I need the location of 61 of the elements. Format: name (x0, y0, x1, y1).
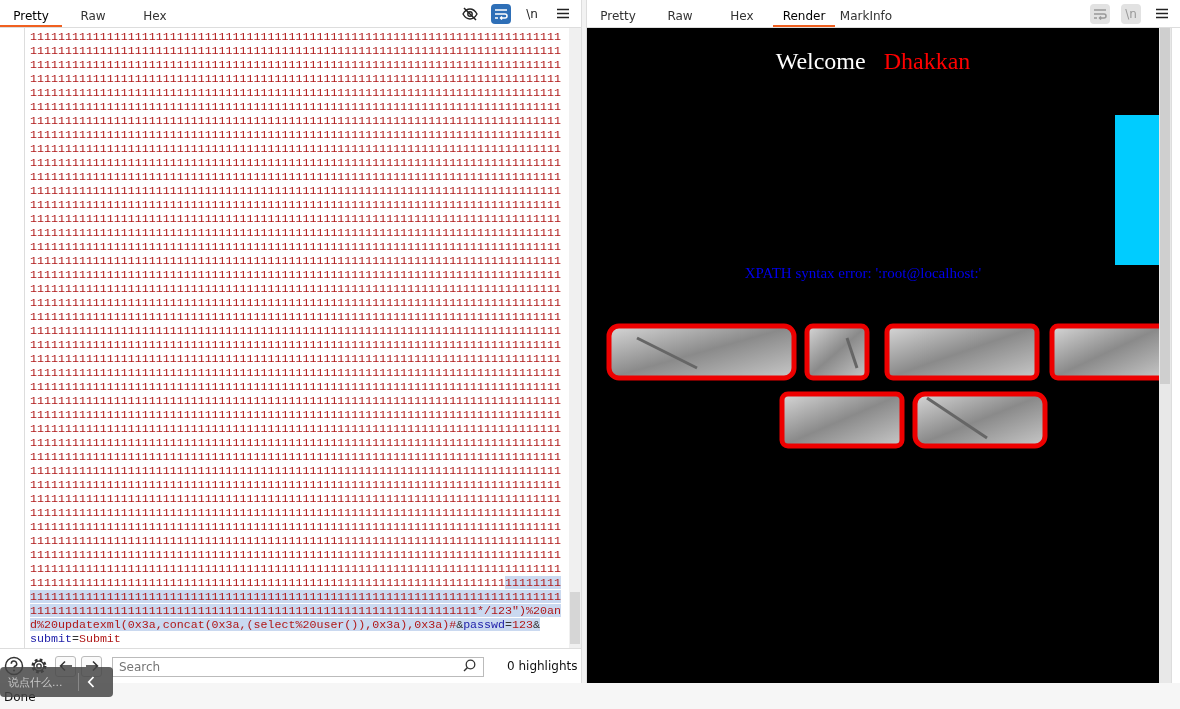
code-line: 1111111111111111111111111111111111111111111111111111111111111111111111111111 (30, 72, 562, 86)
user-name: Dhakkan (883, 48, 971, 75)
scrollbar-thumb[interactable] (1160, 28, 1170, 384)
code-line: 1111111111111111111111111111111111111111111111111111111111111111111111111111 (30, 198, 562, 212)
tab[interactable]: Raw (62, 0, 124, 27)
code-line: 1111111111111111111111111111111111111111111111111111111111111111111111111111 (30, 296, 562, 310)
code-line: 1111111111111111111111111111111111111111111111111111111111111111111111111111 (30, 394, 562, 408)
code-line: 1111111111111111111111111111111111111111111111111111111111111111111111111111 (30, 506, 562, 520)
code-line: 1111111111111111111111111111111111111111111111111111111111111111111111111111 (30, 128, 562, 142)
code-line: 1111111111111111111111111111111111111111111111111111111111111111111111111111 (30, 212, 562, 226)
code-line: 1111111111111111111111111111111111111111111111111111111111111111111111111111 (30, 310, 562, 324)
code-line: 1111111111111111111111111111111111111111111111111111111111111111111111111111 (30, 408, 562, 422)
code-line: 1111111111111111111111111111111111111111111111111111111111111111111111111111 (30, 268, 562, 282)
code-line: 1111111111111111111111111111111111111111111111111111111111111111111111111111 (30, 520, 562, 534)
code-line: 1111111111111111111111111111111111111111111111111111111111111111111111111111 (30, 548, 562, 562)
search-field[interactable]: Search (112, 657, 484, 677)
tab[interactable]: Raw (649, 0, 711, 27)
code-line: 1111111111111111111111111111111111111111111111111111111111111111111111111111 (30, 366, 562, 380)
code-line: 1111111111111111111111111111111111111111111111111111111111111111111111111111 (30, 30, 562, 44)
wrap-icon[interactable] (491, 3, 511, 24)
code-line: 1111111111111111111111111111111111111111111111111111111111111111111111111111 (30, 478, 562, 492)
code-line: 1111111111111111111111111111111111111111111111111111111111111111111111111111 (30, 422, 562, 436)
newline-button[interactable]: \n (522, 3, 542, 24)
tab[interactable]: Hex (124, 0, 186, 27)
code-line: 1111111111111111111111111111111111111111111111111111111111111111111111111111 (30, 534, 562, 548)
code-line: 1111111111111111111111111111111111111111111111111111111111111111111111111111 (30, 156, 562, 170)
chat-input[interactable]: 说点什么... (8, 675, 70, 689)
tab[interactable]: Pretty (0, 0, 62, 27)
code-line: 1111111111111111111111111111111111111111111111111111111111111111111111111111 (30, 254, 562, 268)
code-line: 1111111111111111111111111111111111111111111111111111111111111111111111111111 (30, 576, 562, 590)
code-line: d%20updatexml(0x3a,concat(0x3a,(select%20user()),0x3a),0x3a)#&passwd=123& (30, 618, 542, 632)
tab[interactable]: MarkInfo (835, 0, 897, 27)
code-line: 1111111111111111111111111111111111111111111111111111111111111111111111111111 (30, 100, 562, 114)
code-line: 1111111111111111111111111111111111111111111111111111111111111111111111111111 (30, 352, 562, 366)
code-line: 1111111111111111111111111111111111111111111111111111111111111111111111111111 (30, 282, 562, 296)
welcome-text: Welcome (775, 48, 866, 75)
code-line: 1111111111111111111111111111111111111111111111111111111111111111111111111111 (30, 380, 562, 394)
code-line: 1111111111111111111111111111111111111111111111111111111111111111111111111111 (30, 142, 562, 156)
chevron-left-icon[interactable] (87, 676, 95, 688)
code-line: 1111111111111111111111111111111111111111111111111111111111111111111111111111 (30, 562, 562, 576)
code-line: 1111111111111111111111111111111111111111111111111111111111111111111111111111 (30, 114, 562, 128)
highlights-count: 0 highlights (507, 659, 578, 673)
code-line: 1111111111111111111111111111111111111111111111111111111111111111111111111111 (30, 184, 562, 198)
code-line: 1111111111111111111111111111111111111111111111111111111111111111111111111111 (30, 324, 562, 338)
code-line: 1111111111111111111111111111111111111111111111111111111111111111111111111111 (30, 450, 562, 464)
code-line: 1111111111111111111111111111111111111111111111111111111111111111111111111111 (30, 86, 562, 100)
code-line: 1111111111111111111111111111111111111111111111111111111111111111111111111111 (30, 240, 562, 254)
code-line: 1111111111111111111111111111111111111111111111111111111111111111111111111111 (30, 44, 562, 58)
tab[interactable]: Hex (711, 0, 773, 27)
error-message: XPATH syntax error: ':root@localhost:' (744, 265, 982, 282)
code-line: 1111111111111111111111111111111111111111111111111111111111111111111111111111 (30, 464, 562, 478)
code-line: 1111111111111111111111111111111111111111111111111111111111111111111111111111 (30, 492, 562, 506)
search-icon (463, 659, 476, 672)
code-line: 1111111111111111111111111111111111111111111111111111111111111111111111111111 (30, 436, 562, 450)
code-line: submit=Submit (30, 632, 122, 646)
scrollbar-thumb[interactable] (570, 592, 580, 644)
code-line: 1111111111111111111111111111111111111111111111111111111111111111111111111111 (30, 58, 562, 72)
tab[interactable]: Pretty (587, 0, 649, 27)
code-line: 1111111111111111111111111111111111111111111111111111111111111111111111111111 (30, 170, 562, 184)
code-line: 1111111111111111111111111111111111111111111111111111111111111111111111111111 (30, 226, 562, 240)
code-line: 1111111111111111111111111111111111111111111111111111111111111111111111111111 (30, 338, 562, 352)
